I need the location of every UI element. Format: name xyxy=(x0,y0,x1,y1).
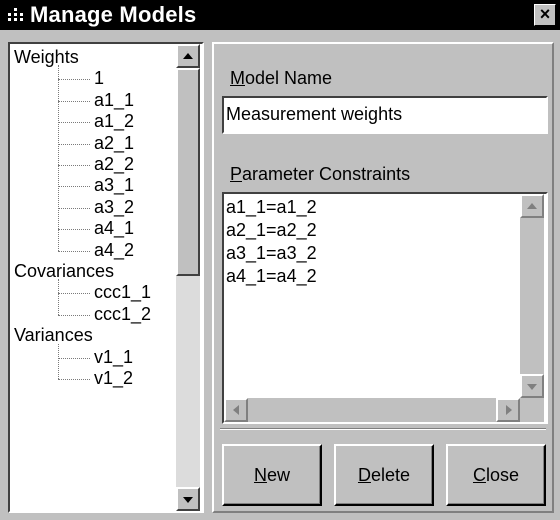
tree-connector xyxy=(58,343,59,379)
close-window-button[interactable]: × xyxy=(534,4,556,26)
model-tree[interactable]: Weights 1 a1_1 a1_2 a2_1 a2_2 a3_1 a3_2 a4_1 a4_2… xyxy=(8,42,204,513)
scroll-down-button[interactable] xyxy=(176,487,200,511)
scroll-up-button[interactable] xyxy=(176,44,200,68)
constraints-scroll-right[interactable] xyxy=(496,398,520,422)
title-bar[interactable]: Manage Models × xyxy=(0,0,560,30)
dots-icon xyxy=(8,8,23,21)
arrow-right-icon xyxy=(506,405,512,415)
arrow-down-icon xyxy=(183,497,193,503)
tree-connector xyxy=(58,79,90,81)
tree-connector xyxy=(58,379,90,380)
tree-group[interactable]: Variances xyxy=(14,324,93,346)
tree-connector xyxy=(58,279,59,315)
tree-item[interactable]: ccc1_2 xyxy=(94,303,151,325)
model-name-label: Model Name xyxy=(230,68,333,88)
parameter-constraints-label: Parameter Constraints xyxy=(230,164,411,184)
close-icon: × xyxy=(539,4,551,24)
arrow-up-icon xyxy=(183,53,193,59)
constraints-scroll-down[interactable] xyxy=(520,374,544,398)
constraint-lines: a1_1=a1_2 a2_1=a2_2 a3_1=a3_2 a4_1=a4_2 xyxy=(226,196,317,288)
tree-item[interactable]: 1 xyxy=(94,67,104,89)
tree-connector xyxy=(58,143,90,145)
tree-connector xyxy=(58,229,90,231)
tree-connector xyxy=(58,293,90,295)
tree-connector xyxy=(58,207,90,209)
tree-connector xyxy=(58,250,90,252)
constraints-scroll-up[interactable] xyxy=(520,194,544,218)
tree-item[interactable]: a4_1 xyxy=(94,217,134,239)
constraint-line: a2_1=a2_2 xyxy=(226,220,317,240)
tree-item[interactable]: a1_1 xyxy=(94,89,134,111)
tree-connector xyxy=(58,65,59,251)
tree-connector xyxy=(58,100,90,102)
tree-item[interactable]: a2_1 xyxy=(94,132,134,154)
close-button[interactable]: Close xyxy=(446,444,546,506)
scroll-thumb[interactable] xyxy=(176,68,200,276)
constraint-line: a4_1=a4_2 xyxy=(226,266,317,286)
delete-button[interactable]: Delete xyxy=(334,444,434,506)
tree-scrollbar[interactable] xyxy=(176,44,200,511)
tree-connector xyxy=(58,357,90,359)
window-title: Manage Models xyxy=(30,2,197,27)
model-name-value: Measurement weights xyxy=(226,104,403,124)
tree-connector xyxy=(58,122,90,124)
constraints-vscroll[interactable] xyxy=(520,194,544,398)
constraint-line: a3_1=a3_2 xyxy=(226,243,317,263)
tree-connector xyxy=(58,186,90,188)
tree-item[interactable]: a3_2 xyxy=(94,196,134,218)
tree-connector xyxy=(58,314,90,316)
manage-models-window: Manage Models × Weights 1 a1_1 a1_2 a2_1 a2_2… xyxy=(0,0,560,520)
tree-item[interactable]: a2_2 xyxy=(94,153,134,175)
divider xyxy=(220,428,546,430)
tree-group[interactable]: Weights xyxy=(14,46,79,68)
constraints-hscroll[interactable] xyxy=(224,398,520,422)
tree-connector xyxy=(58,165,90,166)
new-button[interactable]: New xyxy=(222,444,322,506)
tree-item[interactable]: ccc1_1 xyxy=(94,281,151,303)
tree-item[interactable]: v1_2 xyxy=(94,367,133,389)
arrow-up-icon xyxy=(527,203,537,209)
model-details-panel: Model Name Measurement weights Parameter… xyxy=(212,42,554,513)
tree-item[interactable]: a1_2 xyxy=(94,110,134,132)
constraints-scroll-left[interactable] xyxy=(224,398,248,422)
arrow-down-icon xyxy=(527,384,537,390)
tree-item[interactable]: v1_1 xyxy=(94,346,133,368)
model-name-input[interactable]: Measurement weights xyxy=(222,96,548,134)
tree-item[interactable]: a4_2 xyxy=(94,239,134,261)
scroll-corner xyxy=(520,398,544,422)
arrow-left-icon xyxy=(233,405,239,415)
tree-content: Weights 1 a1_1 a1_2 a2_1 a2_2 a3_1 a3_2 a4_1 a4_2… xyxy=(10,44,176,511)
tree-group[interactable]: Covariances xyxy=(14,260,114,282)
parameter-constraints-textarea[interactable]: a1_1=a1_2 a2_1=a2_2 a3_1=a3_2 a4_1=a4_2 xyxy=(222,192,548,424)
constraint-line: a1_1=a1_2 xyxy=(226,197,317,217)
tree-item[interactable]: a3_1 xyxy=(94,174,134,196)
